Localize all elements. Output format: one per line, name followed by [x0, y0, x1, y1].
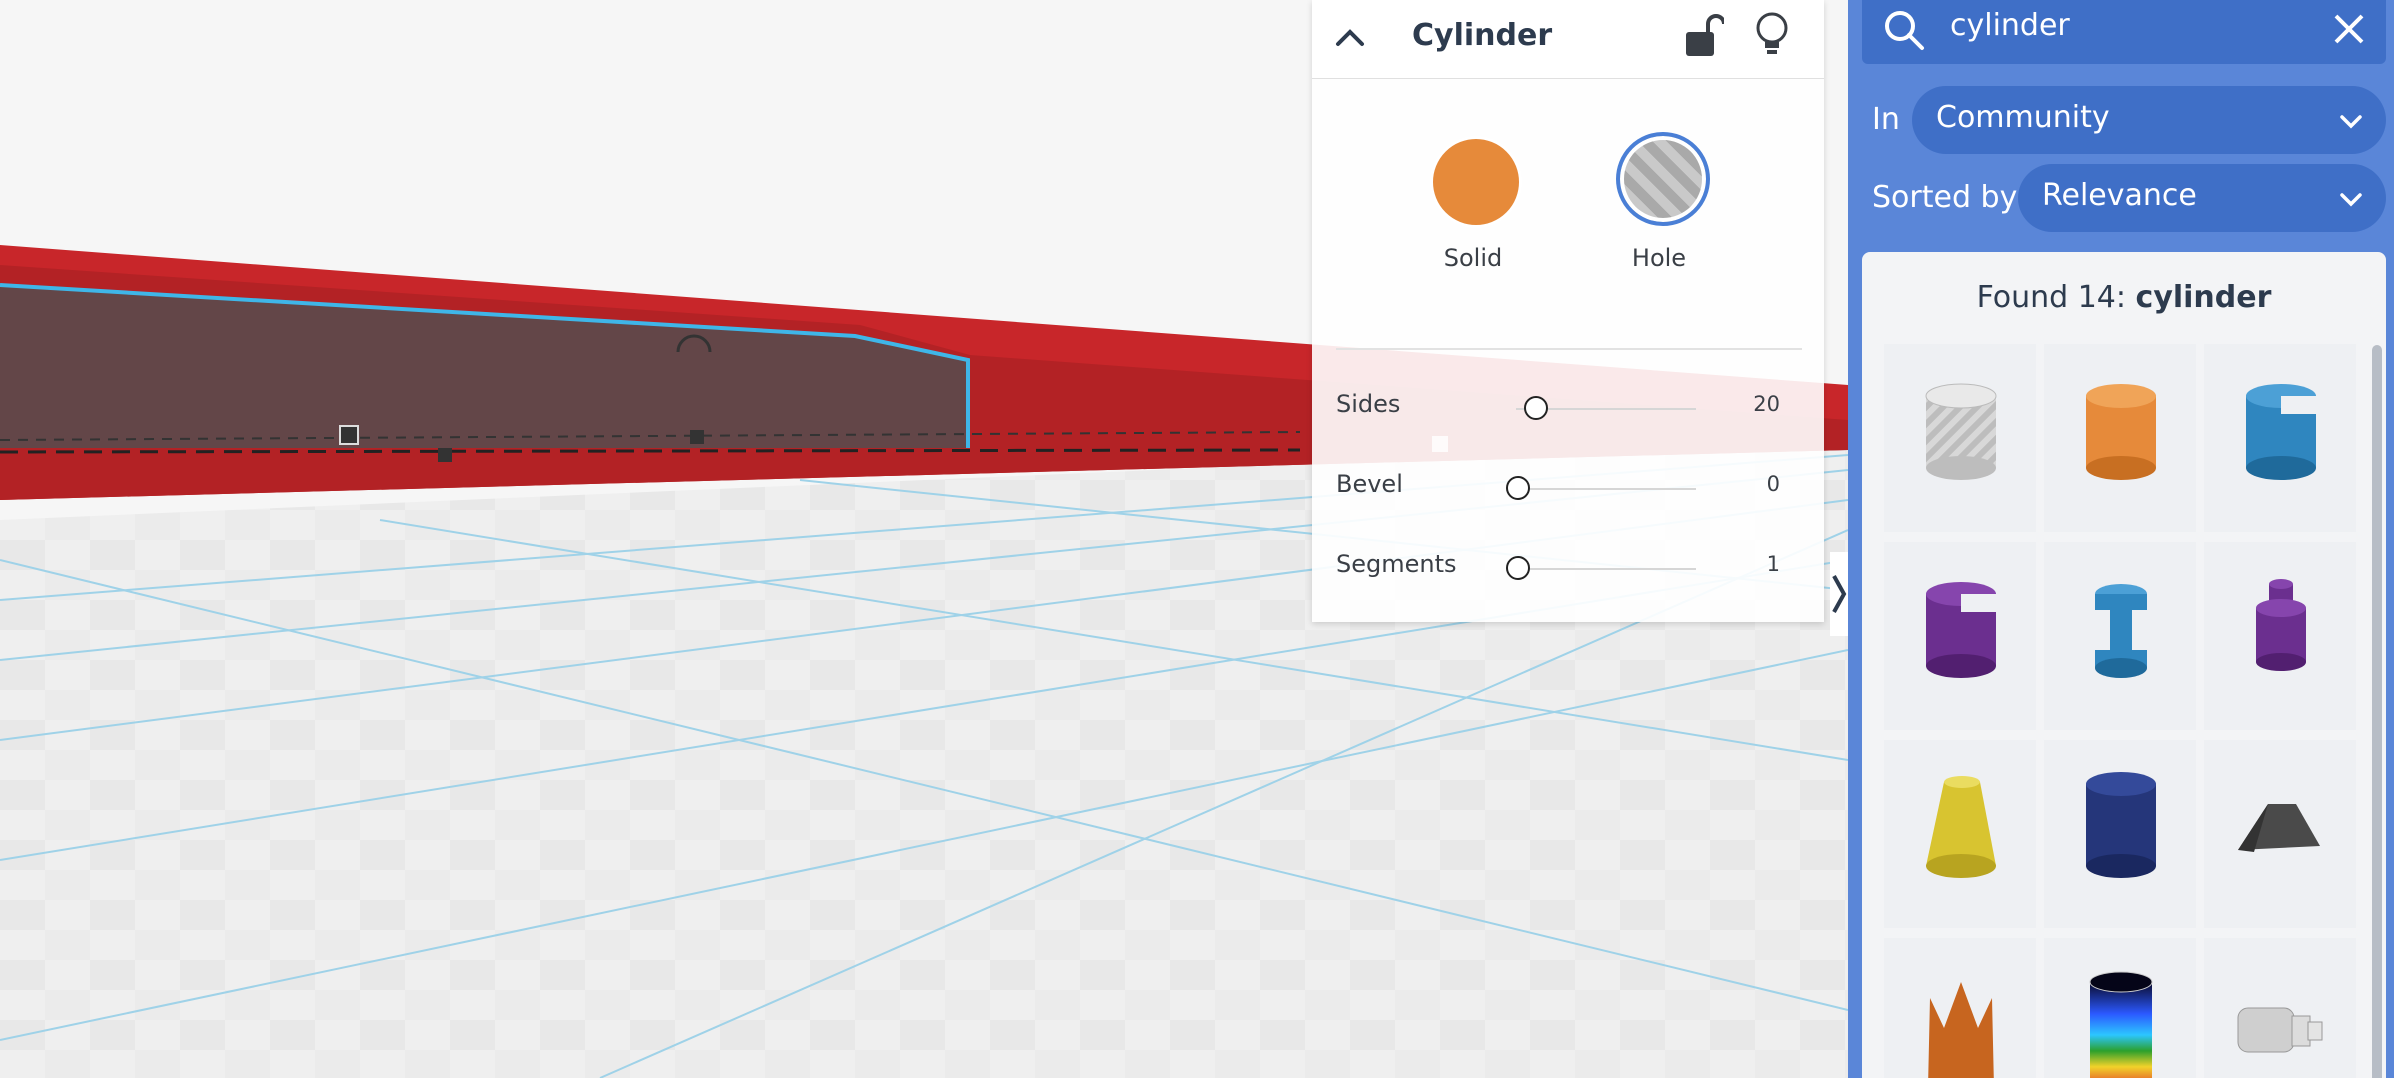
shape-title: Cylinder: [1412, 18, 1553, 53]
results-count-term: cylinder: [2135, 280, 2272, 315]
shape-tile-orange-cylinder[interactable]: [2044, 344, 2196, 532]
category-dropdown[interactable]: Community: [1912, 86, 2386, 154]
yellow-cone-icon: [1926, 776, 1996, 878]
shape-tile-rainbow-cylinder[interactable]: [2044, 938, 2196, 1078]
sort-label: Sorted by: [1872, 180, 2018, 215]
bevel-value[interactable]: 0: [1767, 472, 1780, 496]
bevel-slider-knob[interactable]: [1506, 476, 1530, 500]
blue-spool-icon: [2095, 584, 2147, 678]
shape-inspector-panel: Cylinder Solid Hole Sides 20 Bevel 0 Seg…: [1312, 0, 1824, 622]
category-value: Community: [1936, 100, 2110, 135]
hole-button[interactable]: [1616, 132, 1710, 226]
bevel-slider[interactable]: [1516, 488, 1696, 490]
divider: [1336, 348, 1802, 350]
shape-tile-dark-pyramid[interactable]: [2204, 740, 2356, 928]
shape-tile-striped-cylinder[interactable]: [1884, 344, 2036, 532]
resize-handle[interactable]: [690, 430, 704, 444]
orange-crown-icon: [1928, 982, 1994, 1078]
segments-slider[interactable]: [1516, 568, 1696, 570]
lock-open-icon[interactable]: [1684, 12, 1724, 58]
param-row-segments: Segments 1: [1336, 546, 1802, 586]
sort-value: Relevance: [2042, 178, 2197, 213]
sort-dropdown[interactable]: Relevance: [2018, 164, 2386, 232]
resize-handle[interactable]: [438, 448, 452, 462]
search-results: Found 14: cylinder: [1862, 252, 2386, 1078]
striped-cylinder-icon: [1925, 383, 1997, 480]
chevron-down-icon: [2340, 193, 2362, 207]
param-row-sides: Sides 20: [1336, 386, 1802, 426]
close-icon[interactable]: [2330, 10, 2368, 48]
shape-tile-purple-knob[interactable]: [2204, 542, 2356, 730]
param-label: Segments: [1336, 550, 1457, 578]
chevron-right-icon: [1832, 575, 1847, 613]
grey-fitting-icon: [2237, 1007, 2323, 1053]
collapse-panel-tab[interactable]: [1830, 552, 1848, 636]
shape-tile-navy-cylinder[interactable]: [2044, 740, 2196, 928]
shape-tile-blue-notched-cylinder[interactable]: [2204, 344, 2356, 532]
shape-tile-blue-spool[interactable]: [2044, 542, 2196, 730]
resize-handle[interactable]: [339, 425, 359, 445]
segments-value[interactable]: 1: [1767, 552, 1780, 576]
segments-slider-knob[interactable]: [1506, 556, 1530, 580]
param-label: Bevel: [1336, 470, 1403, 498]
shape-tile-grey-fitting[interactable]: [2204, 938, 2356, 1078]
chevron-down-icon: [2340, 115, 2362, 129]
rainbow-cylinder-icon: [2089, 971, 2153, 1078]
search-bar[interactable]: cylinder: [1862, 0, 2386, 64]
navy-cylinder-icon: [2086, 772, 2156, 878]
results-count: Found 14: cylinder: [1862, 280, 2386, 315]
shape-tile-purple-notched-cylinder[interactable]: [1884, 542, 2036, 730]
sides-slider-knob[interactable]: [1524, 396, 1548, 420]
results-count-prefix: Found 14:: [1976, 280, 2136, 315]
shape-tile-orange-crown[interactable]: [1884, 938, 2036, 1078]
shape-tile-yellow-cone[interactable]: [1884, 740, 2036, 928]
lightbulb-icon[interactable]: [1752, 10, 1792, 58]
param-row-bevel: Bevel 0: [1336, 466, 1802, 506]
solid-label: Solid: [1443, 244, 1503, 272]
results-scrollbar[interactable]: [2372, 345, 2382, 1078]
hole-label: Hole: [1631, 244, 1687, 272]
in-label: In: [1872, 102, 1900, 137]
orange-cylinder-icon: [2086, 384, 2156, 480]
inspector-header: Cylinder: [1312, 0, 1824, 79]
chevron-up-icon[interactable]: [1332, 20, 1368, 56]
param-label: Sides: [1336, 390, 1401, 418]
search-input[interactable]: cylinder: [1950, 8, 2070, 43]
purple-knob-icon: [2256, 579, 2306, 671]
solid-color-button[interactable]: [1430, 136, 1522, 228]
search-icon: [1885, 11, 1924, 50]
shapes-library-panel: cylinder In Community Sorted by Relevanc…: [1848, 0, 2394, 1078]
dark-pyramid-icon: [2238, 804, 2320, 852]
blue-notched-cylinder-icon: [2246, 384, 2316, 480]
purple-notched-cylinder-icon: [1926, 582, 1996, 678]
sides-value[interactable]: 20: [1753, 392, 1780, 416]
